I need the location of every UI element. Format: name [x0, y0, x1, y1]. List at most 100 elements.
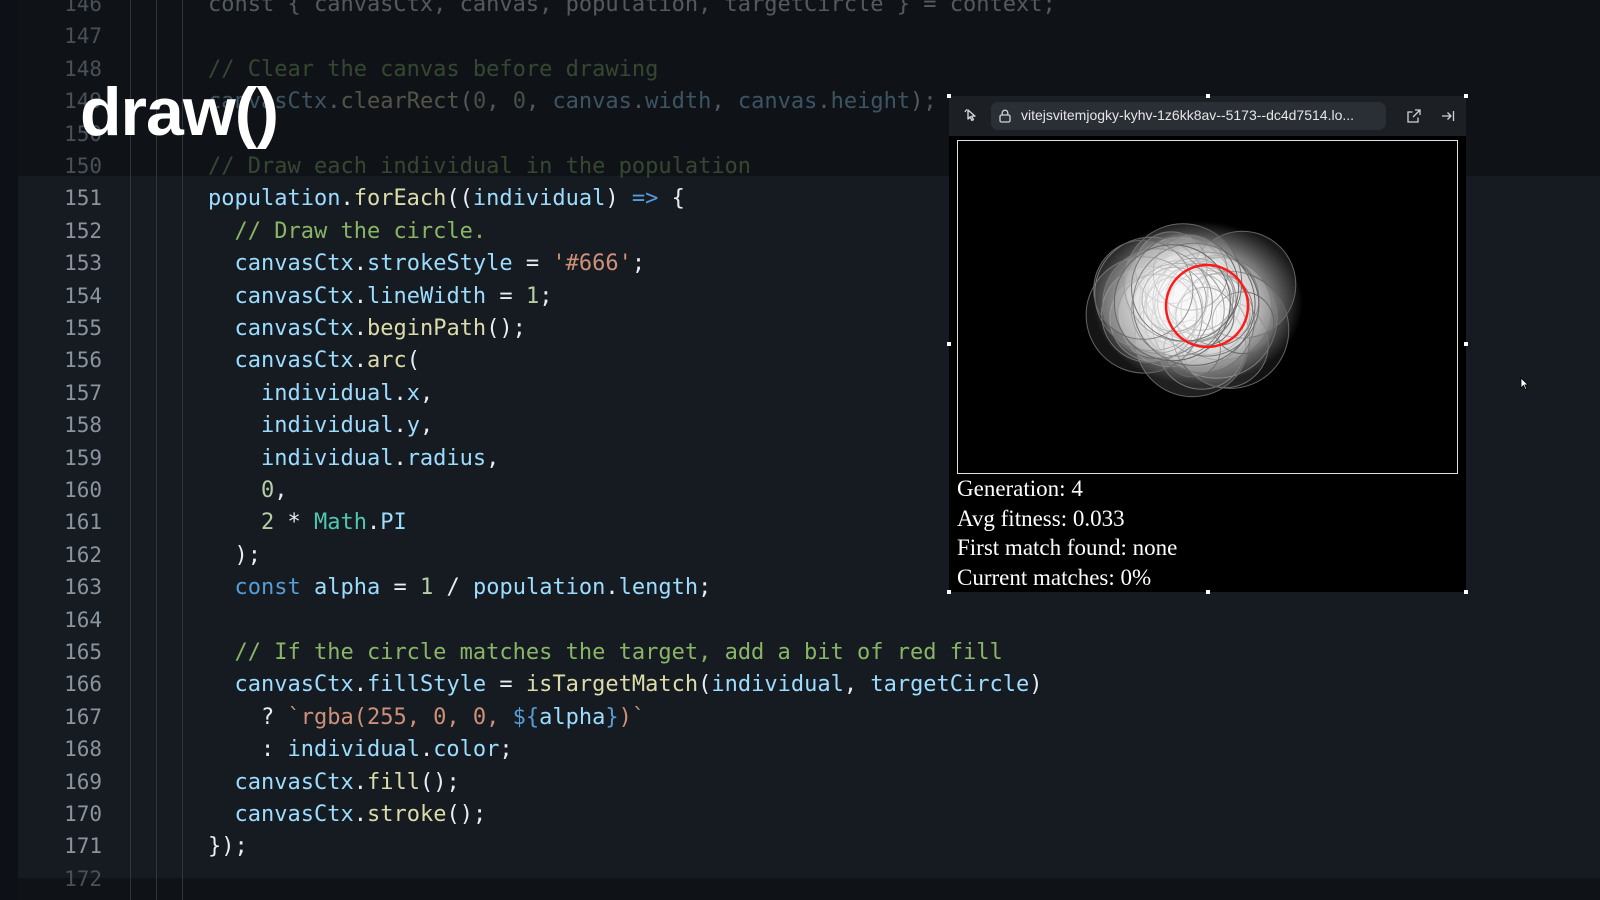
code-token: canvasCtx: [234, 802, 354, 827]
code-token: 0: [512, 89, 526, 115]
selection-handle[interactable]: [1464, 94, 1468, 98]
code-line[interactable]: 164: [18, 604, 1600, 637]
code-line[interactable]: 172: [18, 863, 1600, 896]
selection-handle[interactable]: [947, 590, 951, 594]
code-token: ();: [419, 769, 460, 795]
code-token: canvasCtx: [234, 348, 354, 374]
open-external-icon[interactable]: [1402, 104, 1426, 128]
code-line[interactable]: 171});: [18, 830, 1600, 863]
code-token: y: [406, 413, 420, 439]
code-token: .: [393, 413, 407, 439]
code-token: radius: [406, 445, 487, 471]
cursor-pointer-icon[interactable]: [959, 104, 983, 128]
code-token: `rgba(255, 0, 0,: [287, 704, 513, 730]
code-token: .: [366, 510, 381, 536]
code-token: 2: [260, 510, 275, 536]
code-token: canvasCtx: [234, 316, 354, 341]
code-line[interactable]: 165 // If the circle matches the target,…: [18, 636, 1600, 669]
line-number: 172: [64, 866, 102, 891]
code-token: .: [340, 186, 354, 212]
code-token: .: [353, 316, 367, 341]
code-text: population.forEach((individual) => {: [208, 182, 685, 215]
simulation-canvas: [957, 140, 1458, 474]
code-token: population: [472, 575, 606, 601]
line-number: 157: [64, 380, 102, 405]
code-token: clearRect: [340, 89, 460, 115]
code-token: .: [393, 380, 407, 406]
code-token: individual: [472, 186, 606, 212]
code-line[interactable]: 169 canvasCtx.fill();: [18, 766, 1600, 799]
line-number: 167: [64, 704, 102, 729]
collapse-right-icon[interactable]: [1436, 104, 1460, 128]
code-line[interactable]: 147: [18, 20, 1600, 53]
code-text: individual.x,: [208, 377, 433, 410]
code-token: isTargetMatch: [525, 672, 699, 698]
code-token: canvas: [737, 89, 818, 115]
line-number: 154: [64, 283, 102, 308]
code-token: stroke: [366, 802, 447, 827]
code-token: canvasCtx: [234, 251, 354, 277]
code-token: x: [406, 380, 420, 406]
code-token: individual: [260, 445, 394, 471]
code-line[interactable]: 146 const { canvasCtx, canvas, population…: [18, 0, 1600, 21]
browser-preview-panel[interactable]: vitejsvitemjogky-kyhv-1z6kk8av--5173--dc…: [947, 94, 1468, 594]
code-token: const: [234, 575, 301, 601]
code-text: // Draw each individual in the populatio…: [208, 150, 751, 183]
code-token: ,: [486, 89, 513, 115]
line-number: 161: [64, 510, 102, 535]
code-token: ,: [711, 89, 738, 115]
selection-handle[interactable]: [1464, 590, 1468, 594]
line-number: 151: [64, 186, 102, 211]
code-token: =: [486, 283, 526, 309]
code-token: beginPath: [366, 316, 487, 341]
code-token: strokeStyle: [366, 251, 513, 277]
code-token: });: [208, 834, 248, 860]
code-token: ): [1029, 672, 1043, 698]
code-token: canvas: [552, 89, 632, 115]
slide-title: draw(): [80, 74, 279, 150]
code-token: (: [459, 89, 473, 115]
lock-icon: [997, 104, 1013, 128]
code-token: forEach: [353, 186, 447, 212]
line-number: 171: [64, 834, 102, 859]
code-token: =: [512, 251, 553, 277]
code-token: arc: [366, 348, 407, 374]
line-number: 150: [64, 154, 102, 178]
line-number: 155: [64, 316, 102, 340]
avg-fitness-text: Avg fitness: 0.033: [957, 505, 1125, 531]
line-number: 166: [64, 672, 102, 697]
code-token: // Draw each individual in the populatio…: [208, 154, 752, 179]
code-token: individual: [260, 413, 394, 439]
code-token: ((: [446, 186, 473, 212]
line-number: 162: [64, 542, 102, 567]
code-token: (: [698, 672, 712, 698]
selection-handle[interactable]: [947, 94, 951, 98]
code-token: ();: [446, 802, 487, 827]
selection-handle[interactable]: [947, 342, 951, 346]
code-line[interactable]: 167 ? `rgba(255, 0, 0, ${alpha})`: [18, 701, 1600, 734]
code-token: .: [817, 89, 831, 115]
code-line[interactable]: 168 : individual.color;: [18, 733, 1600, 766]
code-token: PI: [380, 510, 407, 536]
selection-handle[interactable]: [1206, 590, 1210, 594]
selection-handle[interactable]: [1464, 342, 1468, 346]
code-token: ,: [486, 445, 500, 471]
selection-handle[interactable]: [1206, 94, 1210, 98]
code-token: individual: [711, 672, 844, 698]
code-token: }: [605, 704, 619, 730]
code-token: .: [631, 89, 646, 115]
code-token: 0: [472, 89, 487, 115]
code-line[interactable]: 170 canvasCtx.stroke();: [18, 798, 1600, 831]
code-token: alpha: [539, 704, 606, 730]
line-number: 159: [64, 445, 102, 470]
code-token: canvasCtx: [234, 769, 354, 795]
stats-panel: Generation: 4 Avg fitness: 0.033 First m…: [957, 474, 1177, 592]
line-number: 168: [64, 737, 102, 762]
code-token: ;: [698, 575, 712, 601]
code-line[interactable]: 166 canvasCtx.fillStyle = isTargetMatch(…: [18, 668, 1600, 701]
